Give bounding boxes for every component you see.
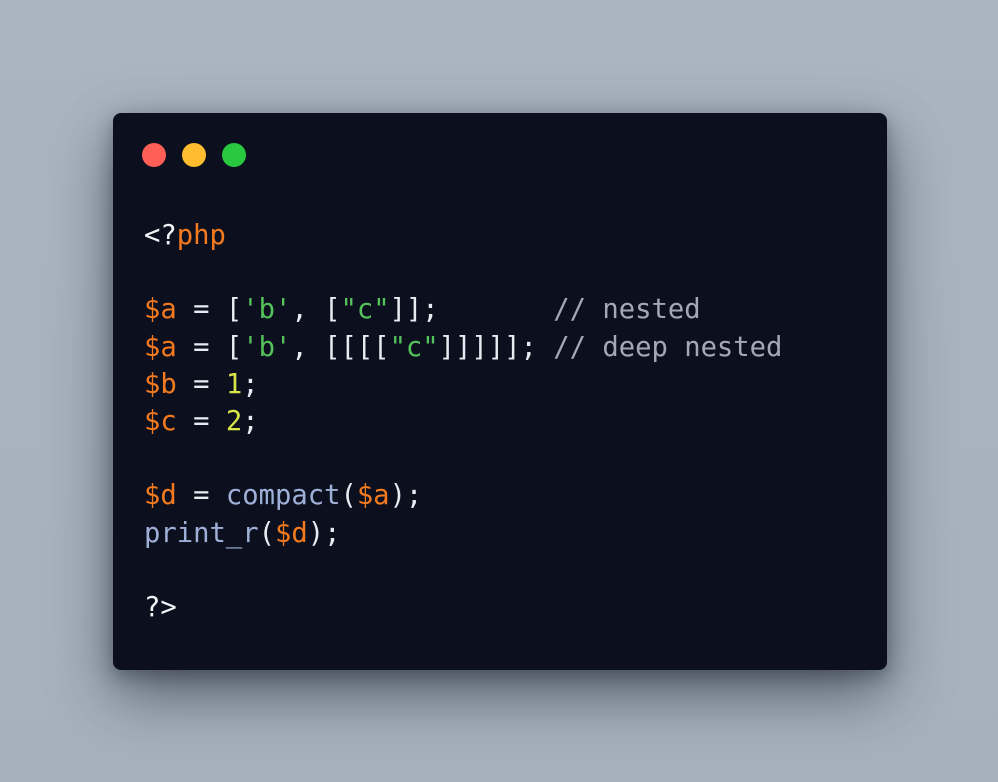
code-token-op: = [	[176, 294, 243, 326]
code-line: $c = 2;	[144, 403, 782, 440]
code-token-fn: print_r	[144, 517, 259, 549]
code-line: $d = compact($a);	[144, 477, 782, 514]
code-token-op: =	[176, 368, 226, 400]
code-token-str: 'b'	[242, 331, 292, 363]
code-token-str: "c"	[389, 331, 439, 363]
code-token-op: =	[176, 405, 226, 437]
code-line: ?>	[144, 589, 782, 626]
code-line: print_r($d);	[144, 515, 782, 552]
code-token-var: $b	[144, 368, 177, 400]
code-window: <?php $a = ['b', ["c"]]; // nested $a = […	[113, 113, 887, 670]
code-token-str: 'b'	[242, 294, 292, 326]
code-token-punct: ]];	[389, 294, 554, 326]
code-token-num: 1	[225, 368, 243, 400]
code-token-var: $d	[144, 480, 177, 512]
code-token-tag: ?>	[144, 591, 177, 623]
code-token-num: 2	[225, 405, 243, 437]
minimize-dot-icon[interactable]	[182, 143, 206, 167]
code-line: $b = 1;	[144, 366, 782, 403]
code-token-str: "c"	[340, 294, 390, 326]
code-token-punct: , [[[[	[291, 331, 390, 363]
window-controls	[142, 143, 246, 167]
code-token-comment: // deep nested	[553, 331, 783, 363]
code-token-var: $d	[274, 517, 308, 549]
code-token-punct: ]]]]];	[438, 331, 554, 363]
code-token-var: $a	[144, 331, 177, 363]
code-line: $a = ['b', ["c"]]; // nested	[144, 291, 782, 328]
code-token-punct: ;	[242, 368, 259, 400]
code-line: $a = ['b', [[[["c"]]]]]; // deep nested	[144, 329, 782, 366]
code-token-punct: );	[307, 517, 341, 549]
code-token-punct: );	[389, 480, 423, 512]
code-token-var: $c	[144, 405, 177, 437]
code-token-op: = [	[176, 331, 243, 363]
code-token-tag: <?	[144, 220, 177, 251]
code-token-punct: (	[258, 517, 275, 549]
code-token-var: $a	[144, 294, 177, 326]
code-token-var: $a	[356, 480, 390, 512]
code-token-comment: // nested	[553, 294, 701, 326]
code-line: <?php	[144, 217, 782, 254]
code-token-fn: compact	[225, 480, 341, 512]
close-dot-icon[interactable]	[142, 143, 166, 167]
code-token-op: =	[176, 480, 226, 512]
code-token-punct: (	[340, 480, 357, 512]
code-token-punct: ;	[242, 405, 259, 437]
code-token-punct: , [	[291, 294, 341, 326]
code-token-kw: php	[176, 220, 226, 251]
maximize-dot-icon[interactable]	[222, 143, 246, 167]
code-block: <?php $a = ['b', ["c"]]; // nested $a = […	[144, 217, 782, 626]
